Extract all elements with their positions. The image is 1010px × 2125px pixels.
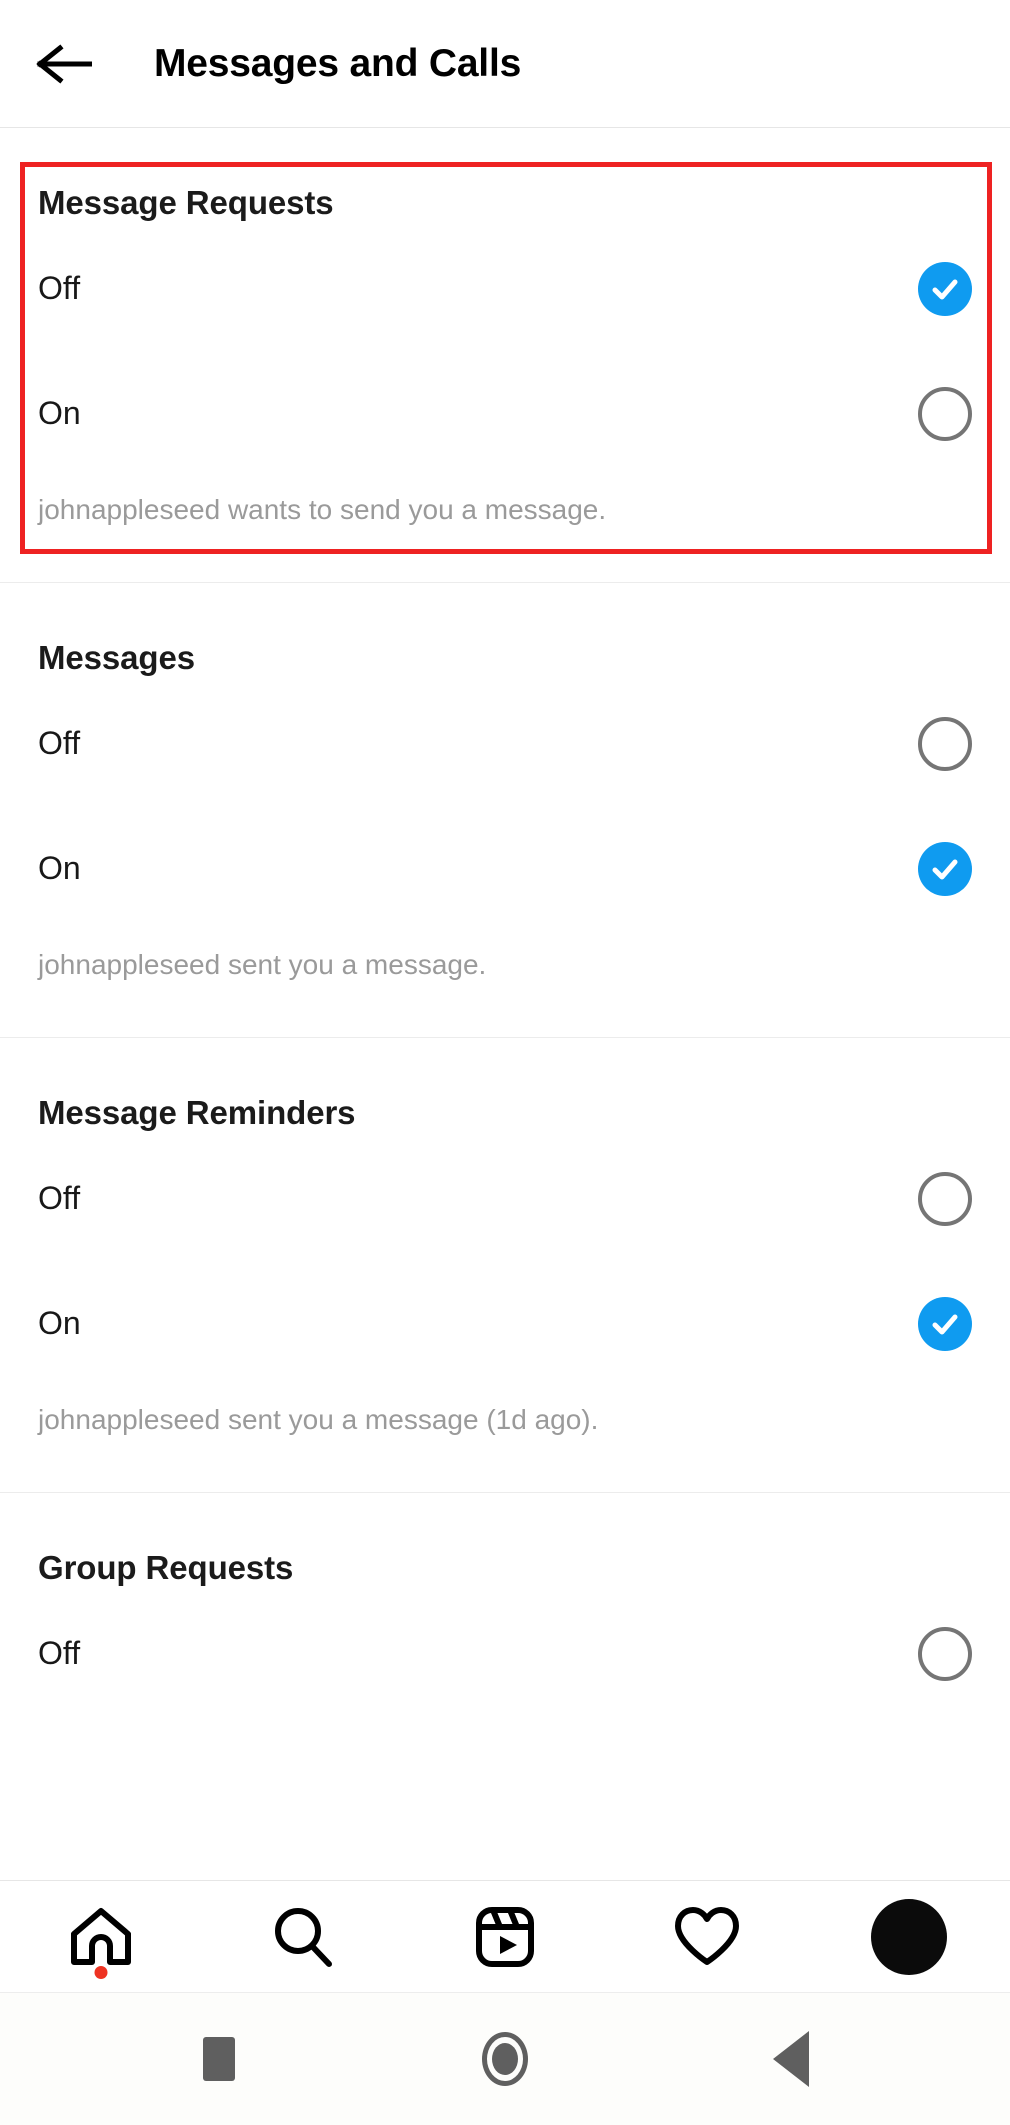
recents-button[interactable] — [174, 2014, 264, 2104]
search-icon — [275, 1907, 332, 1967]
option-row-message-reminders-off[interactable]: Off — [38, 1136, 972, 1261]
section-title: Message Requests — [38, 184, 334, 221]
section-group-requests: Group Requests Off — [0, 1493, 1010, 1716]
option-label: On — [38, 395, 81, 431]
home-circle-icon — [482, 2032, 528, 2086]
option-row-messages-on[interactable]: On — [38, 806, 972, 931]
tab-home[interactable] — [0, 1881, 202, 1993]
check-icon — [932, 859, 958, 879]
section-title: Messages — [38, 639, 195, 676]
option-row-messages-off[interactable]: Off — [38, 681, 972, 806]
option-label: Off — [38, 1635, 81, 1671]
option-row-message-reminders-on[interactable]: On — [38, 1261, 972, 1386]
radio-unselected-icon[interactable] — [918, 716, 972, 771]
option-label: On — [38, 850, 81, 886]
section-messages: Messages Off On johnappleseed sent you a… — [0, 583, 1010, 1038]
option-label: Off — [38, 1180, 81, 1216]
section-message-requests: Message Requests Off On johnappleseed wa… — [0, 128, 1010, 583]
settings-list[interactable]: Message Requests Off On johnappleseed wa… — [0, 128, 1010, 1880]
section-title: Group Requests — [38, 1549, 294, 1586]
radio-selected-icon[interactable] — [918, 841, 972, 896]
radio-unselected-icon[interactable] — [918, 1626, 972, 1681]
home-icon — [71, 1907, 131, 1965]
system-navigation-bar — [0, 1992, 1010, 2125]
back-triangle-icon — [773, 2031, 809, 2087]
home-button[interactable] — [460, 2014, 550, 2104]
check-icon — [932, 279, 958, 299]
bottom-tab-bar — [0, 1880, 1010, 1992]
option-label: Off — [38, 725, 81, 761]
section-description: johnappleseed sent you a message. — [38, 949, 487, 980]
section-title: Message Reminders — [38, 1094, 356, 1131]
reels-icon — [476, 1906, 534, 1967]
heart-icon — [675, 1906, 739, 1965]
app-bar: Messages and Calls — [0, 0, 1010, 128]
back-button-system[interactable] — [746, 2014, 836, 2104]
section-description: johnappleseed sent you a message (1d ago… — [38, 1404, 599, 1435]
radio-selected-icon[interactable] — [918, 1296, 972, 1351]
option-row-group-requests-off[interactable]: Off — [38, 1591, 972, 1716]
screen-root: Messages and Calls Message Requests Off … — [0, 0, 1010, 2125]
option-row-message-requests-on[interactable]: On — [38, 351, 972, 476]
tab-search[interactable] — [202, 1881, 404, 1993]
check-icon — [932, 1314, 958, 1334]
page-title: Messages and Calls — [154, 41, 522, 85]
option-row-message-requests-off[interactable]: Off — [38, 226, 972, 351]
section-description: johnappleseed wants to send you a messag… — [38, 494, 607, 525]
section-message-reminders: Message Reminders Off On johnappleseed s… — [0, 1038, 1010, 1493]
arrow-left-icon — [36, 43, 92, 84]
home-notification-dot — [94, 1965, 108, 1979]
radio-unselected-icon[interactable] — [918, 1171, 972, 1226]
tab-profile[interactable] — [808, 1881, 1010, 1993]
option-label: On — [38, 1305, 81, 1341]
back-button[interactable] — [16, 16, 112, 112]
option-label: Off — [38, 270, 81, 306]
tab-reels[interactable] — [404, 1881, 606, 1993]
recents-square-icon — [203, 2037, 235, 2081]
profile-avatar — [871, 1898, 947, 1975]
radio-selected-icon[interactable] — [918, 261, 972, 316]
tab-activity[interactable] — [606, 1881, 808, 1993]
radio-unselected-icon[interactable] — [918, 386, 972, 441]
